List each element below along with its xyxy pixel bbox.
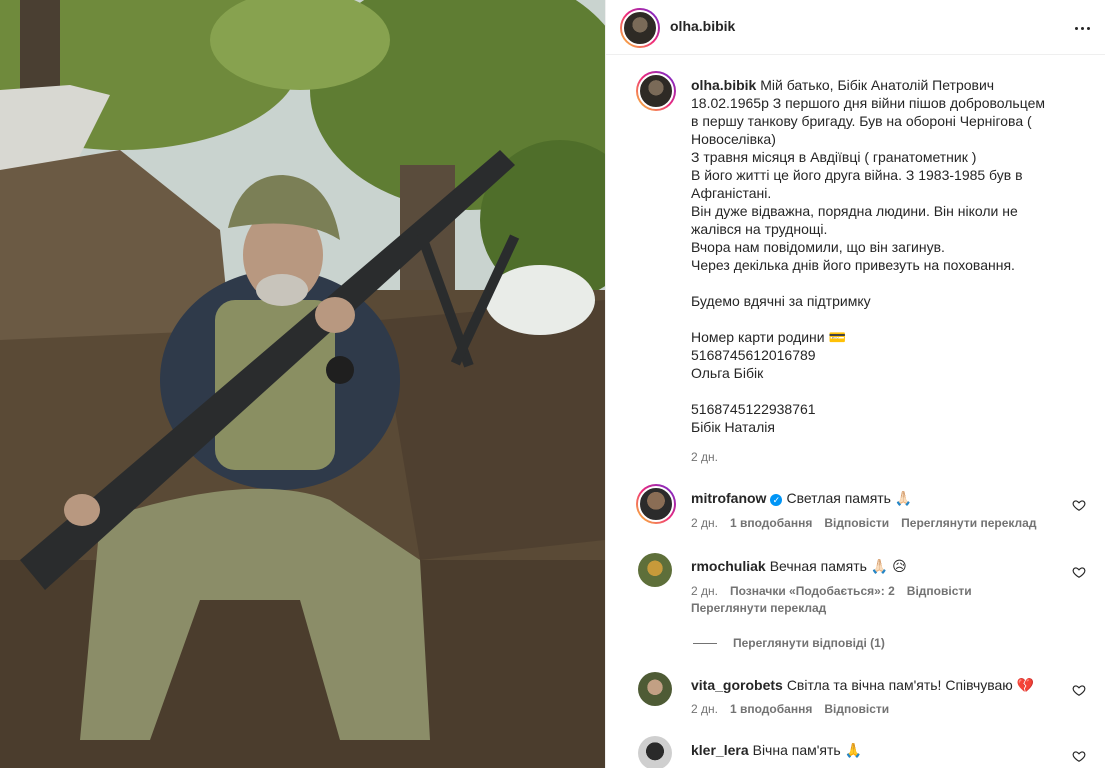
heart-icon[interactable] [1072, 683, 1086, 697]
comment-username[interactable]: kler_lera [691, 742, 749, 758]
post-header: olha.bibik [606, 0, 1105, 55]
comment-meta-2: Переглянути переклад [691, 601, 826, 615]
caption-avatar[interactable] [636, 71, 676, 111]
comment-time[interactable]: 2 дн. [691, 584, 718, 598]
comment-username[interactable]: rmochuliak [691, 558, 766, 574]
comment-avatar[interactable] [638, 736, 672, 768]
author-username[interactable]: olha.bibik [670, 18, 735, 34]
comment-body: mitrofanow ✓ Светлая память 🙏🏻 [691, 490, 912, 507]
view-replies-button[interactable]: Переглянути відповіді (1) [693, 636, 885, 650]
caption-time[interactable]: 2 дн. [691, 450, 718, 464]
comment-likes[interactable]: 1 вподобання [730, 516, 812, 530]
comment-text: Світла та вічна пам'ять! Співчуваю 💔 [786, 677, 1035, 693]
view-replies-label: Переглянути відповіді (1) [733, 636, 885, 650]
comment-time[interactable]: 2 дн. [691, 702, 718, 716]
comment-username[interactable]: mitrofanow [691, 490, 766, 506]
reply-button[interactable]: Відповісти [824, 516, 889, 530]
heart-icon[interactable] [1072, 565, 1086, 579]
comment-meta: 2 дн. Позначки «Подобається»: 2 Відповіс… [691, 584, 972, 598]
post-caption: olha.bibik Мій батько, Бібік Анатолій Пе… [691, 76, 1051, 436]
comment-likes[interactable]: Позначки «Подобається»: 2 [730, 584, 895, 598]
caption-username[interactable]: olha.bibik [691, 77, 756, 93]
comment-text: Светлая память 🙏🏻 [786, 490, 913, 506]
comment-meta: 2 дн. 1 вподобання Відповісти Переглянут… [691, 516, 1036, 530]
reply-button[interactable]: Відповісти [907, 584, 972, 598]
comment-meta: 2 дн. 1 вподобання Відповісти [691, 702, 889, 716]
comment-avatar[interactable] [638, 553, 672, 587]
replies-divider [693, 642, 717, 644]
heart-icon[interactable] [1072, 749, 1086, 763]
comment-time[interactable]: 2 дн. [691, 516, 718, 530]
comment-body: kler_lera Вічна пам'ять 🙏 [691, 742, 862, 759]
comment-text: Вечная память 🙏🏻 😥 [769, 558, 907, 574]
reply-button[interactable]: Відповісти [824, 702, 889, 716]
comment-username[interactable]: vita_gorobets [691, 677, 783, 693]
comment-text: Вічна пам'ять 🙏 [752, 742, 863, 758]
post-photo[interactable] [0, 0, 605, 768]
comment-avatar[interactable] [638, 672, 672, 706]
comment-avatar[interactable] [636, 484, 676, 524]
caption-text: Мій батько, Бібік Анатолій Петрович 18.0… [691, 77, 1045, 435]
photo-illustration [0, 0, 605, 768]
more-options-icon[interactable] [1070, 16, 1094, 40]
heart-icon[interactable] [1072, 498, 1086, 512]
post-side-panel: olha.bibik olha.bibik Мій батько, Бібік … [605, 0, 1105, 768]
comment-body: rmochuliak Вечная память 🙏🏻 😥 [691, 558, 907, 575]
translate-button[interactable]: Переглянути переклад [901, 516, 1036, 530]
author-avatar[interactable] [620, 8, 660, 48]
verified-badge-icon: ✓ [770, 494, 783, 506]
comment-body: vita_gorobets Світла та вічна пам'ять! Сп… [691, 677, 1034, 694]
translate-button[interactable]: Переглянути переклад [691, 601, 826, 615]
comment-likes[interactable]: 1 вподобання [730, 702, 812, 716]
